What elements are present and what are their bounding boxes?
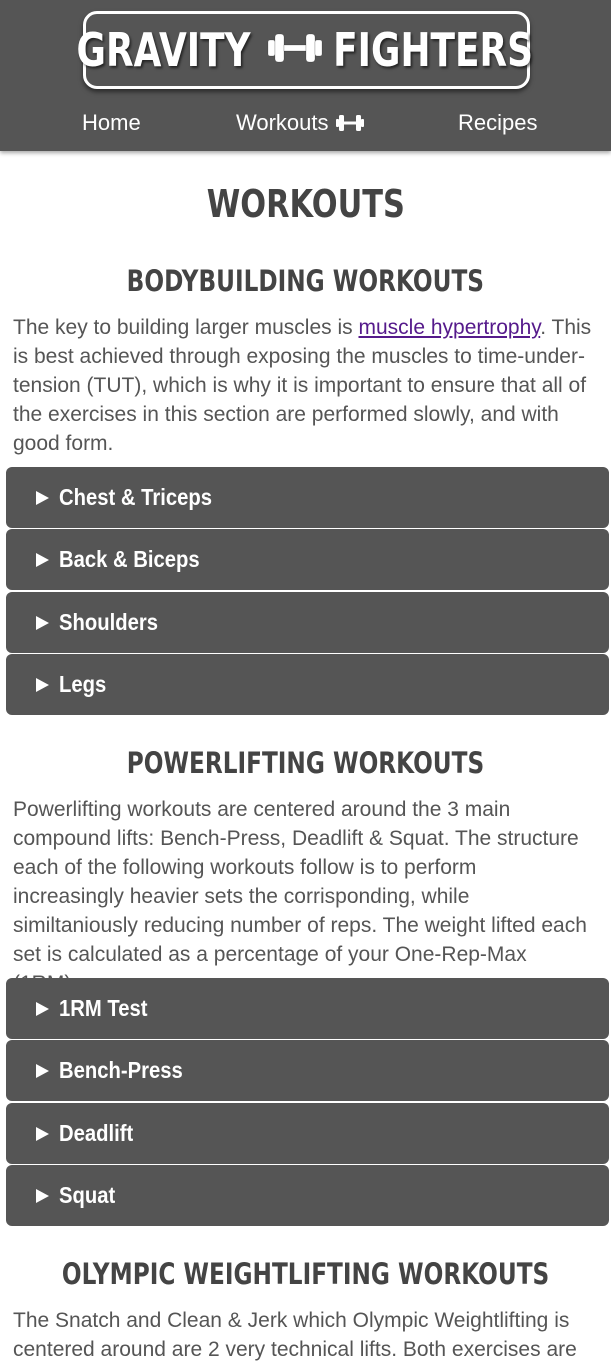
triangle-right-icon [36,677,49,692]
powerlifting-intro: Powerlifting workouts are centered aroun… [13,798,587,995]
olympic-intro: The Snatch and Clean & Jerk which Olympi… [13,1309,577,1361]
triangle-right-icon [36,1188,49,1203]
accordion-label: Back & Biceps [59,546,200,572]
accordion-label: Chest & Triceps [59,484,212,510]
main-nav: Home Workouts Recipes [0,105,611,141]
nav-recipes-link[interactable]: Recipes [458,105,537,141]
bodybuilding-intro: The key to building larger muscles is mu… [13,313,593,458]
accordion-label: Shoulders [59,609,158,635]
accordion-deadlift[interactable]: Deadlift [6,1103,609,1164]
triangle-right-icon [36,615,49,630]
accordion-chest-triceps[interactable]: Chest & Triceps [6,467,609,528]
nav-workouts-label: Workouts [236,110,329,135]
accordion-label: 1RM Test [59,995,148,1021]
accordion-label: Bench-Press [59,1057,183,1083]
accordion-back-biceps[interactable]: Back & Biceps [6,529,609,590]
muscle-hypertrophy-link[interactable]: muscle hypertrophy [359,316,541,339]
powerlifting-heading-text: POWERLIFTING WORKOUTS [126,746,485,780]
accordion-shoulders[interactable]: Shoulders [6,592,609,653]
dumbbell-icon [335,115,364,131]
accordion-1rm-test[interactable]: 1RM Test [6,978,609,1039]
accordion-label: Legs [59,671,107,697]
nav-workouts-link[interactable]: Workouts [236,105,365,141]
site-logo[interactable]: GRAVITY FIGHTERS [76,11,533,89]
accordion-legs[interactable]: Legs [6,654,609,715]
bodybuilding-heading-text: BODYBUILDING WORKOUTS [126,264,485,298]
powerlifting-heading: POWERLIFTING WORKOUTS [0,746,611,780]
accordion-label: Deadlift [59,1120,134,1146]
triangle-right-icon [36,1063,49,1078]
accordion-bench-press[interactable]: Bench-Press [6,1040,609,1101]
dumbbell-icon [265,26,325,75]
triangle-right-icon [36,1001,49,1016]
triangle-right-icon [36,1126,49,1141]
accordion-label: Squat [59,1182,116,1208]
olympic-heading: OLYMPIC WEIGHTLIFTING WORKOUTS [0,1257,611,1291]
bodybuilding-intro-text-1: The key to building larger muscles is [13,316,359,339]
bodybuilding-heading: BODYBUILDING WORKOUTS [0,264,611,298]
accordion-squat[interactable]: Squat [6,1165,609,1226]
triangle-right-icon [36,490,49,505]
triangle-right-icon [36,552,49,567]
nav-home-link[interactable]: Home [82,105,141,141]
site-header: GRAVITY FIGHTERS Home Workouts Recipes [0,0,611,151]
page-title: WORKOUTS [0,182,611,226]
logo-word-fighters: FIGHTERS [333,23,533,77]
page-title-text: WORKOUTS [206,182,405,226]
olympic-heading-text: OLYMPIC WEIGHTLIFTING WORKOUTS [61,1257,550,1291]
logo-word-gravity: GRAVITY [76,23,251,77]
